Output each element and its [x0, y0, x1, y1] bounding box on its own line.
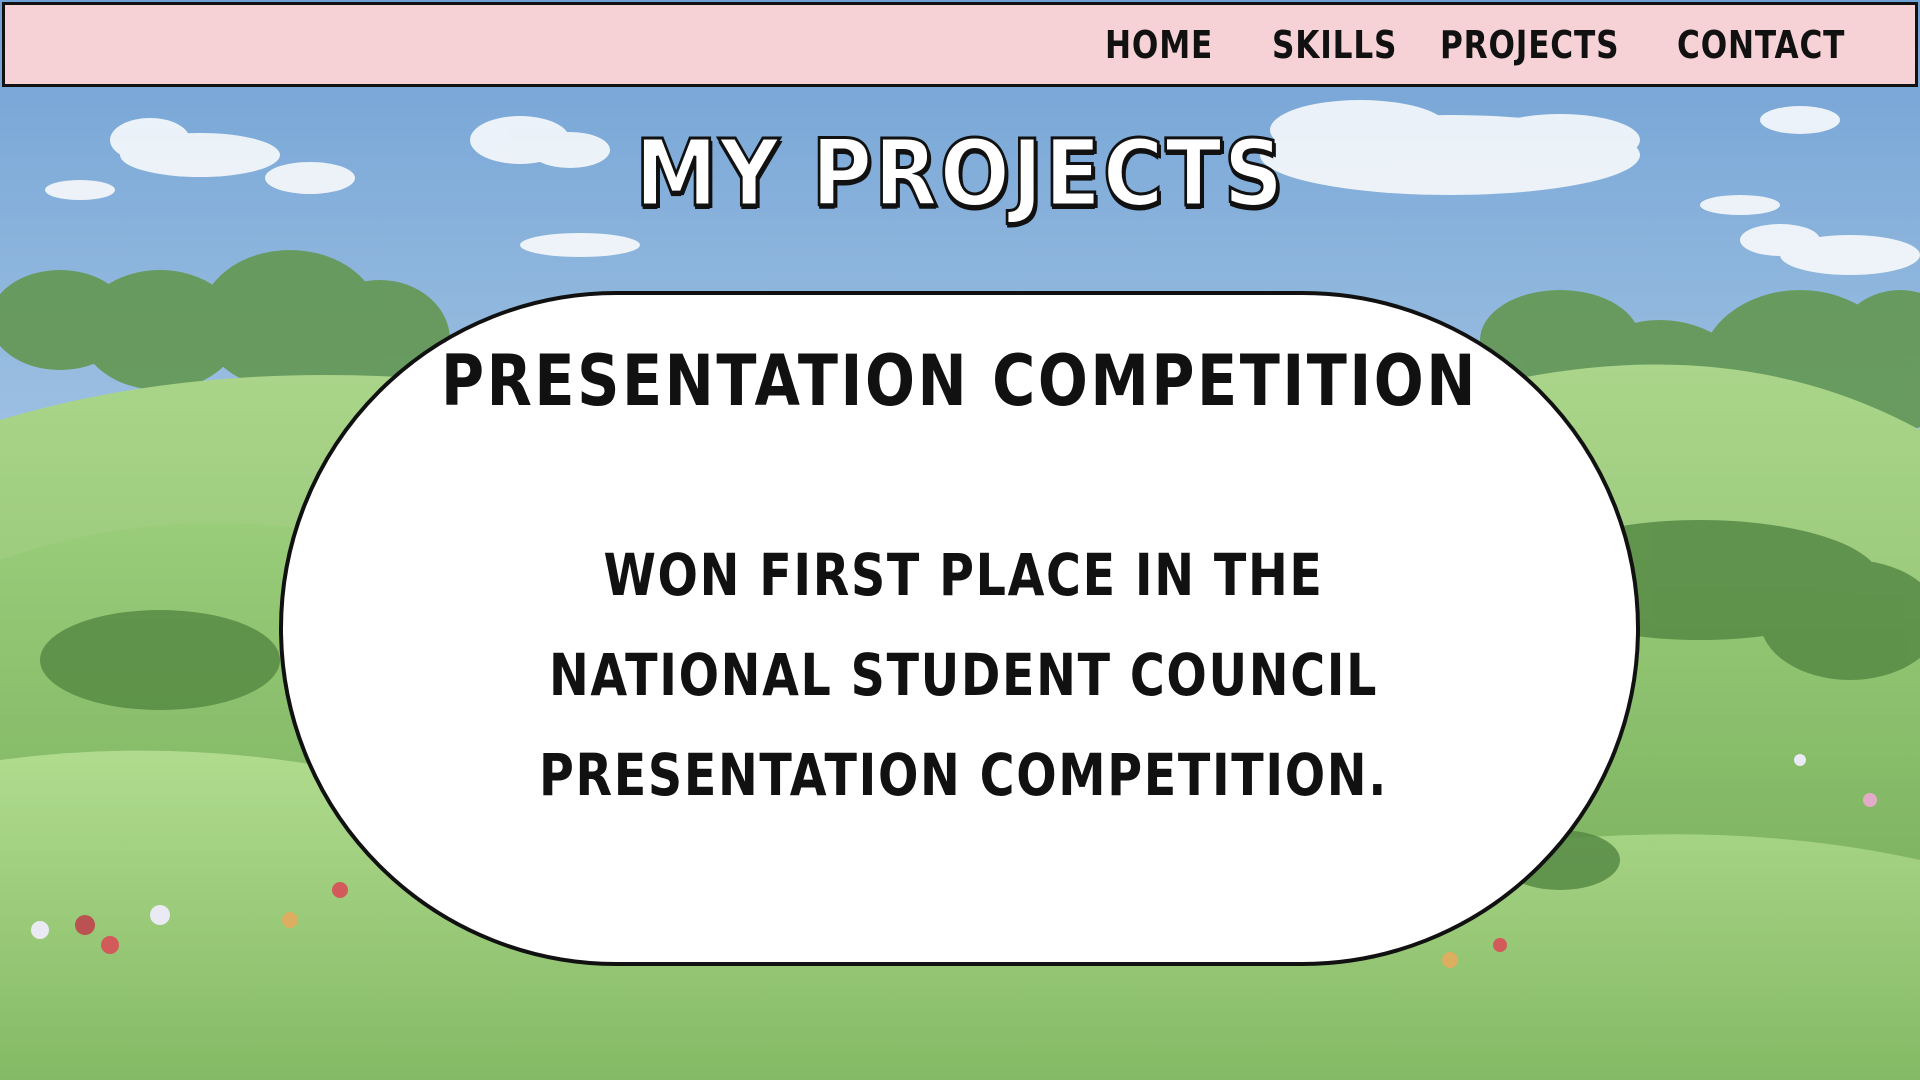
project-title: PRESENTATION COMPETITION — [441, 340, 1478, 422]
project-description-line: PRESENTATION COMPETITION. — [539, 741, 1388, 809]
nav-link-contact[interactable]: CONTACT — [1677, 25, 1845, 65]
project-description-line: WON FIRST PLACE IN THE — [603, 541, 1324, 609]
project-card: PRESENTATION COMPETITION WON FIRST PLACE… — [279, 291, 1640, 966]
page-title: MY PROJECTS — [634, 119, 1286, 229]
nav-link-skills[interactable]: SKILLS — [1272, 25, 1397, 65]
project-description: WON FIRST PLACE IN THE NATIONAL STUDENT … — [433, 525, 1494, 825]
nav-link-home[interactable]: HOME — [1105, 25, 1213, 65]
project-description-line: NATIONAL STUDENT COUNCIL — [548, 641, 1379, 709]
nav-link-projects[interactable]: PROJECTS — [1440, 25, 1619, 65]
top-navbar: HOME SKILLS PROJECTS CONTACT — [2, 2, 1918, 87]
